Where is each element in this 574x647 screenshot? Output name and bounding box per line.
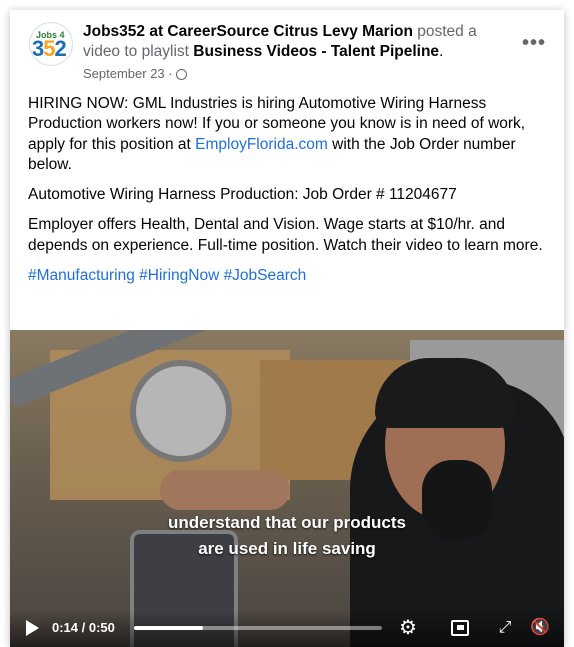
globe-icon xyxy=(175,69,187,80)
video-progress-bar[interactable] xyxy=(134,626,382,630)
more-options-icon[interactable]: ••• xyxy=(522,32,546,55)
video-spool-machine xyxy=(130,360,232,462)
post-paragraph-3: Employer offers Health, Dental and Visio… xyxy=(28,216,543,254)
caption-line-2: are used in life saving xyxy=(198,539,376,558)
post-paragraph-1: HIRING NOW: GML Industries is hiring Aut… xyxy=(28,95,526,173)
play-icon[interactable] xyxy=(26,620,39,636)
employflorida-link[interactable]: EmployFlorida.com xyxy=(195,136,328,153)
video-player[interactable]: understand that our products are used in… xyxy=(10,330,564,647)
mute-icon[interactable]: 🔇 xyxy=(530,618,550,638)
page-avatar[interactable]: Jobs 4 352 xyxy=(29,22,73,66)
avatar-logo-number: 352 xyxy=(32,36,67,61)
page-name-link[interactable]: Jobs352 at CareerSource Citrus Levy Mari… xyxy=(83,23,413,40)
video-time: 0:14 / 0:50 xyxy=(52,620,115,635)
video-caption: understand that our products are used in… xyxy=(10,510,564,562)
pip-icon[interactable] xyxy=(450,618,470,638)
post-meta: September 23 · xyxy=(83,66,187,81)
post-headline: Jobs352 at CareerSource Citrus Levy Mari… xyxy=(83,22,503,62)
post-body: HIRING NOW: GML Industries is hiring Aut… xyxy=(28,94,552,296)
video-progress-fill xyxy=(134,626,204,630)
video-worker-hands xyxy=(160,470,290,510)
post-date[interactable]: September 23 · xyxy=(83,66,173,81)
facebook-post-card: Jobs 4 352 Jobs352 at CareerSource Citru… xyxy=(10,10,564,647)
post-header: Jobs 4 352 Jobs352 at CareerSource Citru… xyxy=(10,10,564,90)
playlist-link[interactable]: Business Videos - Talent Pipeline xyxy=(193,43,439,60)
video-controls: 0:14 / 0:50 ⚙ ⤢ 🔇 xyxy=(10,610,564,647)
caption-line-1: understand that our products xyxy=(168,513,406,532)
settings-icon[interactable]: ⚙ xyxy=(398,618,418,638)
post-paragraph-2: Automotive Wiring Harness Production: Jo… xyxy=(28,186,457,204)
video-worker-hair xyxy=(375,358,515,428)
fullscreen-icon[interactable]: ⤢ xyxy=(495,618,515,638)
post-hashtags[interactable]: #Manufacturing #HiringNow #JobSearch xyxy=(28,266,552,286)
headline-period: . xyxy=(439,43,444,60)
